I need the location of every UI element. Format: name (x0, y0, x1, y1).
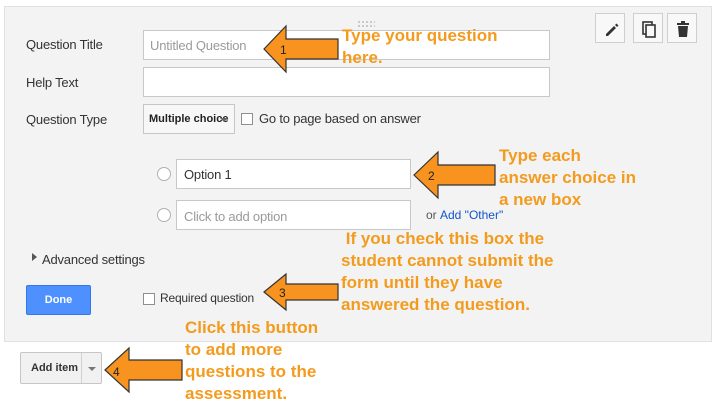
delete-button[interactable] (667, 13, 697, 43)
chevron-down-icon[interactable] (88, 367, 96, 371)
help-text-label: Help Text (26, 75, 79, 90)
option1-value: Option 1 (184, 167, 232, 182)
annotation-arrow-2: 2 (413, 150, 496, 200)
annotation-1-line-2: here. (342, 48, 383, 67)
annotation-2-line-1: Type each (499, 146, 581, 165)
add-item-label: Add item (31, 362, 79, 374)
go-to-page-checkbox[interactable] (241, 113, 253, 125)
question-title-placeholder: Untitled Question (150, 38, 247, 53)
advanced-settings-toggle[interactable]: Advanced settings (42, 252, 145, 267)
annotation-4-line-2: to add more (185, 340, 283, 359)
add-item-button[interactable]: Add item (20, 352, 102, 384)
annotation-text-3: If you check this box the student cannot… (341, 228, 554, 316)
annotation-3-line-2: student cannot submit the (341, 251, 554, 270)
annotation-1-line-1: Type your question (342, 26, 498, 45)
annotation-4-line-3: questions to the (185, 362, 317, 381)
option2-radio (157, 208, 171, 222)
annotation-arrow-1: 1 (263, 24, 339, 74)
add-item-divider (81, 353, 82, 383)
annotation-arrow-4: 4 (104, 346, 183, 394)
done-button[interactable]: Done (26, 285, 91, 315)
slide-canvas: Question Title Untitled Question Help Te… (0, 0, 720, 405)
annotation-3-line-3: form until they have (341, 273, 503, 292)
annotation-4-line-4: assessment. (185, 384, 288, 403)
annotation-3-line-1: If you check this box the (341, 229, 545, 248)
add-option-input[interactable]: Click to add option (176, 200, 411, 230)
add-other-link[interactable]: Add "Other" (440, 208, 503, 222)
option1-input[interactable]: Option 1 (176, 159, 411, 189)
chevron-right-icon (32, 253, 37, 261)
annotation-text-4: Click this button to add more questions … (185, 317, 318, 405)
question-title-label: Question Title (26, 37, 103, 52)
add-option-placeholder: Click to add option (184, 209, 288, 224)
copy-icon (642, 21, 656, 38)
question-type-select[interactable]: Multiple choice (143, 104, 235, 134)
annotation-number-1: 1 (280, 43, 287, 57)
annotation-number-3: 3 (279, 286, 286, 300)
help-text-input[interactable] (143, 67, 550, 97)
annotation-arrow-3: 3 (263, 272, 339, 312)
annotation-number-2: 2 (428, 169, 435, 183)
duplicate-button[interactable] (633, 13, 663, 43)
annotation-2-line-3: a new box (499, 190, 582, 209)
trash-icon (677, 21, 689, 37)
question-type-value: Multiple choice (149, 113, 229, 125)
annotation-number-4: 4 (113, 365, 120, 379)
option1-radio (157, 167, 171, 181)
edit-button[interactable] (595, 13, 625, 43)
done-button-label: Done (44, 294, 73, 306)
or-text: or (426, 208, 437, 222)
required-question-checkbox[interactable] (143, 293, 155, 305)
annotation-text-1: Type your question here. (342, 25, 498, 69)
chevron-down-icon (220, 118, 228, 122)
annotation-4-line-1: Click this button (185, 318, 319, 337)
annotation-2-line-2: answer choice in (499, 168, 636, 187)
pencil-icon (606, 23, 619, 36)
annotation-3-line-4: answered the question. (341, 295, 530, 314)
annotation-text-2: Type each answer choice in a new box (499, 145, 636, 211)
question-type-label: Question Type (26, 112, 107, 127)
go-to-page-label: Go to page based on answer (259, 111, 421, 126)
required-question-label: Required question (160, 291, 255, 305)
